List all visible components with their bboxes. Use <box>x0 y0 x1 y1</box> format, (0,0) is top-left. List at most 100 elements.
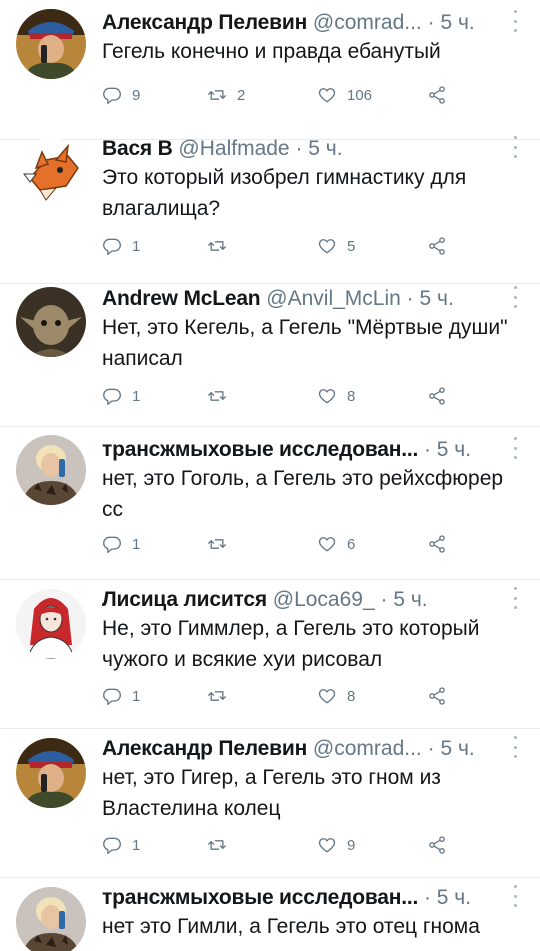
timestamp[interactable]: 5 ч. <box>440 11 474 34</box>
tweet-header: трансжмыховые исследован... · 5 ч. <box>102 883 500 913</box>
retweet-button[interactable] <box>207 529 237 559</box>
retweet-button[interactable] <box>207 231 237 261</box>
avatar[interactable] <box>16 738 86 808</box>
retweet-count: 2 <box>237 86 246 104</box>
like-count: 8 <box>347 387 356 405</box>
tweet[interactable]: Александр Пелевин @comrad... · 5 ч. Геге… <box>0 0 540 140</box>
author-name[interactable]: Лисица лисится <box>102 588 267 611</box>
tweet-header: трансжмыховые исследован... · 5 ч. <box>102 435 500 465</box>
more-icon[interactable] <box>512 587 518 609</box>
reply-button[interactable]: 9 <box>102 80 140 110</box>
tweet[interactable]: Александр Пелевин @comrad... · 5 ч. нет,… <box>0 726 540 878</box>
timestamp[interactable]: 5 ч. <box>437 438 471 461</box>
like-button[interactable]: 6 <box>317 529 355 559</box>
more-icon[interactable] <box>512 736 518 758</box>
share-icon <box>429 535 445 553</box>
timestamp[interactable]: 5 ч. <box>419 287 453 310</box>
timestamp[interactable]: 5 ч. <box>308 137 342 160</box>
action-bar: 1 9 <box>102 830 480 860</box>
tweet[interactable]: трансжмыховые исследован... · 5 ч. нет, … <box>0 427 540 580</box>
share-button[interactable] <box>427 381 447 411</box>
reply-button[interactable]: 1 <box>102 681 140 711</box>
author-handle[interactable]: @comrad... <box>313 11 422 34</box>
like-button[interactable]: 8 <box>317 381 355 411</box>
retweet-button[interactable]: 2 <box>207 80 245 110</box>
retweet-button[interactable] <box>207 830 237 860</box>
action-bar: 1 8 <box>102 381 480 411</box>
like-button[interactable]: 9 <box>317 830 355 860</box>
more-icon[interactable] <box>512 885 518 907</box>
share-button[interactable] <box>427 80 447 110</box>
author-name[interactable]: Александр Пелевин <box>102 737 307 760</box>
retweet-icon <box>208 840 226 850</box>
avatar[interactable] <box>16 138 86 208</box>
more-icon[interactable] <box>512 437 518 459</box>
separator: · <box>380 588 394 611</box>
action-bar: 9 2 106 <box>102 80 480 110</box>
author-handle[interactable]: @Halfmade <box>178 137 289 160</box>
reply-button[interactable]: 1 <box>102 381 140 411</box>
heart-icon <box>318 88 336 103</box>
avatar[interactable] <box>16 9 86 79</box>
author-handle[interactable]: @comrad... <box>313 737 422 760</box>
author-name[interactable]: Вася В <box>102 137 173 160</box>
author-name[interactable]: Andrew McLean <box>102 287 261 310</box>
share-button[interactable] <box>427 681 447 711</box>
like-button[interactable]: 8 <box>317 681 355 711</box>
tweet[interactable]: Andrew McLean @Anvil_McLin · 5 ч. Нет, э… <box>0 272 540 427</box>
author-name[interactable]: Александр Пелевин <box>102 11 307 34</box>
reply-count: 9 <box>132 86 141 104</box>
tweet-text: Не, это Гиммлер, а Гегель это который чу… <box>102 617 480 671</box>
reply-icon <box>103 388 121 405</box>
tweet[interactable]: Вася В @Halfmade · 5 ч. Это который изоб… <box>0 126 540 284</box>
tweet[interactable]: Лисица лисится @Loca69_ · 5 ч. Не, это Г… <box>0 577 540 729</box>
reply-button[interactable]: 1 <box>102 830 140 860</box>
reply-button[interactable]: 1 <box>102 529 140 559</box>
heart-icon <box>318 389 336 404</box>
avatar[interactable] <box>16 287 86 357</box>
reply-count: 1 <box>132 535 141 553</box>
author-name[interactable]: трансжмыховые исследован... <box>102 438 418 461</box>
more-icon[interactable] <box>512 10 518 32</box>
tweet-header: Александр Пелевин @comrad... · 5 ч. <box>102 8 500 38</box>
heart-icon <box>318 239 336 254</box>
tweet-text: Это который изобрел гимнастику для влага… <box>102 166 467 220</box>
action-bar: 1 6 <box>102 529 480 559</box>
avatar[interactable] <box>16 887 86 951</box>
tweet-header: Лисица лисится @Loca69_ · 5 ч. <box>102 585 500 615</box>
retweet-icon <box>208 691 226 701</box>
like-button[interactable]: 5 <box>317 231 355 261</box>
separator: · <box>295 137 309 160</box>
like-button[interactable]: 106 <box>317 80 372 110</box>
tweet-text: нет это Гимли, а Гегель это отец гнома <box>102 915 480 938</box>
retweet-icon <box>208 90 226 100</box>
author-handle[interactable]: @Anvil_McLin <box>266 287 401 310</box>
share-button[interactable] <box>427 529 447 559</box>
author-name[interactable]: трансжмыховые исследован... <box>102 886 418 909</box>
avatar[interactable] <box>16 435 86 505</box>
retweet-button[interactable] <box>207 381 237 411</box>
timestamp[interactable]: 5 ч. <box>437 886 471 909</box>
share-icon <box>429 687 445 705</box>
retweet-icon <box>208 241 226 251</box>
more-icon[interactable] <box>512 136 518 158</box>
tweet[interactable]: трансжмыховые исследован... · 5 ч. нет э… <box>0 877 540 951</box>
reply-count: 1 <box>132 237 141 255</box>
author-handle[interactable]: @Loca69_ <box>273 588 375 611</box>
reply-count: 1 <box>132 687 141 705</box>
timestamp[interactable]: 5 ч. <box>393 588 427 611</box>
reply-button[interactable]: 1 <box>102 231 140 261</box>
share-button[interactable] <box>427 231 447 261</box>
tweet-text: нет, это Гоголь, а Гегель это рейхсфюрер… <box>102 467 504 521</box>
reply-icon <box>103 536 121 553</box>
separator: · <box>406 287 420 310</box>
reply-icon <box>103 837 121 854</box>
more-icon[interactable] <box>512 286 518 308</box>
retweet-button[interactable] <box>207 681 237 711</box>
tweet-feed: Александр Пелевин @comrad... · 5 ч. Геге… <box>0 0 540 951</box>
reply-icon <box>103 238 121 255</box>
avatar[interactable] <box>16 589 86 659</box>
reply-icon <box>103 688 121 705</box>
timestamp[interactable]: 5 ч. <box>440 737 474 760</box>
share-button[interactable] <box>427 830 447 860</box>
